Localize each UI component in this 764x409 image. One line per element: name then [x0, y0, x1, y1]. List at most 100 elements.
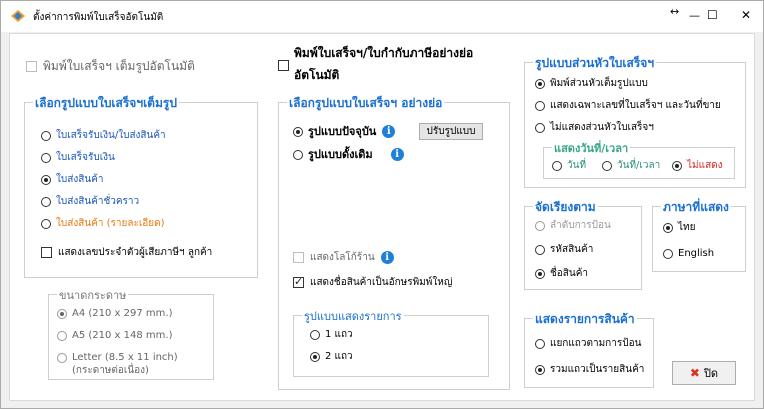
- sort-by-group: จัดเรียงตาม ลำดับการป้อน รหัสสินค้า ชื่อ…: [524, 198, 642, 290]
- maximize-button[interactable]: ☐: [707, 8, 718, 22]
- checkbox-box: [278, 60, 289, 71]
- option-label: ไม่แสดง: [687, 160, 723, 171]
- language-group: ภาษาที่แสดง ไทย English: [652, 198, 746, 272]
- option-label: พิมพ์ส่วนหัวเต็มรูปแบบ: [550, 78, 648, 89]
- close-window-button[interactable]: ✕: [741, 8, 751, 22]
- paper-size-group: ขนาดกระดาษ A4 (210 x 297 mm.) A5 (210 x …: [48, 286, 214, 380]
- short-format-title: เลือกรูปแบบใบเสร็จฯ อย่างย่อ: [287, 94, 445, 113]
- settings-window: ตั้งค่าการพิมพ์ใบเสร็จอัตโนมัติ ↔ — ☐ ✕ …: [0, 0, 764, 409]
- option-label: รูปแบบปัจจุบัน: [308, 125, 377, 138]
- product-list-title: แสดงรายการสินค้า: [533, 310, 637, 329]
- radio-button: [41, 174, 51, 185]
- close-icon: ✖: [689, 366, 700, 380]
- full-format-option-3[interactable]: ใบส่งสินค้าชั่วคราว: [41, 195, 139, 208]
- auto-full-print-label: พิมพ์ใบเสร็จฯ เต็มรูปอัตโนมัติ: [43, 59, 195, 73]
- short-format-classic-option[interactable]: รูปแบบดั้งเดิม i: [293, 148, 404, 161]
- radio-button: [535, 100, 545, 111]
- radio-button: [41, 130, 51, 141]
- title-bar: ตั้งค่าการพิมพ์ใบเสร็จอัตโนมัติ ↔ — ☐ ✕: [1, 1, 763, 32]
- close-button[interactable]: ✖ ปิด: [672, 361, 736, 385]
- sort-entry-order-option[interactable]: ลำดับการป้อน: [535, 219, 611, 232]
- full-format-option-0[interactable]: ใบเสร็จรับเงิน/ใบส่งสินค้า: [41, 129, 166, 142]
- radio-button: [57, 352, 67, 363]
- header-format-group: รูปแบบส่วนหัวใบเสร็จฯ พิมพ์ส่วนหัวเต็มรู…: [524, 54, 746, 188]
- option-label: ไม่แสดงส่วนหัวใบเสร็จฯ: [550, 122, 654, 133]
- info-icon[interactable]: i: [382, 125, 396, 138]
- datetime-option-none[interactable]: ไม่แสดง: [672, 159, 723, 172]
- option-label: แสดงเฉพาะเลขที่ใบเสร็จฯ และวันที่ขาย: [550, 100, 721, 111]
- show-taxid-checkbox[interactable]: แสดงเลขประจำตัวผู้เสียภาษีฯ ลูกค้า: [41, 246, 212, 259]
- checkbox-box: [41, 247, 52, 258]
- product-list-group: แสดงรายการสินค้า แยกแถวตามการป้อน รวมแถว…: [524, 310, 654, 388]
- auto-short-print-label-1: พิมพ์ใบเสร็จฯ/ใบกำกับภาษีอย่างย่อ: [294, 46, 474, 60]
- checkbox-box: [26, 61, 37, 72]
- radio-button: [535, 244, 545, 255]
- datetime-option-datetime[interactable]: วันที่/เวลา: [602, 159, 660, 172]
- radio-button: [672, 160, 682, 171]
- adjust-format-button[interactable]: ปรับรูปแบบ: [419, 123, 483, 140]
- resize-icon: ↔: [670, 5, 680, 18]
- radio-button: [41, 152, 51, 163]
- option-label: ชื่อสินค้า: [550, 268, 589, 279]
- product-list-option-1[interactable]: รวมแถวเป็นรายสินค้า: [535, 363, 644, 376]
- list-display-option-1[interactable]: 2 แถว: [310, 350, 353, 363]
- header-format-option-2[interactable]: ไม่แสดงส่วนหัวใบเสร็จฯ: [535, 121, 654, 134]
- window-title: ตั้งค่าการพิมพ์ใบเสร็จอัตโนมัติ: [33, 12, 164, 23]
- radio-button: [535, 364, 545, 375]
- short-format-current-option[interactable]: รูปแบบปัจจุบัน i: [293, 125, 396, 138]
- option-label: ใบเสร็จรับเงิน/ใบส่งสินค้า: [56, 130, 166, 141]
- option-label: English: [678, 248, 715, 259]
- full-format-group: เลือกรูปแบบใบเสร็จฯเต็มรูป ใบเสร็จรับเงิ…: [24, 94, 258, 278]
- datetime-title: แสดงวันที่/เวลา: [552, 139, 631, 157]
- radio-button: [57, 330, 67, 341]
- radio-button: [310, 329, 320, 340]
- radio-button: [41, 196, 51, 207]
- datetime-group: แสดงวันที่/เวลา วันที่ วันที่/เวลา ไม่แส…: [543, 139, 735, 179]
- header-format-option-1[interactable]: แสดงเฉพาะเลขที่ใบเสร็จฯ และวันที่ขาย: [535, 99, 721, 112]
- auto-full-print-checkbox[interactable]: พิมพ์ใบเสร็จฯ เต็มรูปอัตโนมัติ: [26, 60, 195, 73]
- radio-button: [535, 268, 545, 279]
- radio-button: [535, 338, 545, 349]
- show-logo-checkbox[interactable]: แสดงโลโก้ร้าน i: [293, 251, 394, 264]
- paper-a5-option[interactable]: A5 (210 x 148 mm.): [57, 329, 172, 342]
- radio-button: [663, 222, 673, 233]
- option-label: แยกแถวตามการป้อน: [550, 338, 642, 349]
- show-uppercase-checkbox[interactable]: แสดงชื่อสินค้าเป็นอักษรพิมพ์ใหญ่: [293, 275, 452, 289]
- full-format-option-2[interactable]: ใบส่งสินค้า: [41, 173, 103, 186]
- option-label: รูปแบบดั้งเดิม: [308, 148, 373, 161]
- checkbox-box: [293, 252, 304, 263]
- show-logo-label: แสดงโลโก้ร้าน: [310, 252, 375, 263]
- radio-button: [535, 220, 545, 231]
- minimize-button[interactable]: —: [689, 9, 700, 22]
- full-format-option-4[interactable]: ใบส่งสินค้า (รายละเอียด): [41, 217, 165, 230]
- product-list-option-0[interactable]: แยกแถวตามการป้อน: [535, 337, 641, 350]
- short-format-group: เลือกรูปแบบใบเสร็จฯ อย่างย่อ รูปแบบปัจจุ…: [278, 94, 510, 390]
- option-label: 2 แถว: [325, 351, 353, 362]
- auto-short-print-checkbox[interactable]: [278, 60, 295, 71]
- language-english-option[interactable]: English: [663, 247, 714, 260]
- list-display-title: รูปแบบแสดงรายการ: [302, 307, 404, 325]
- sort-product-code-option[interactable]: รหัสสินค้า: [535, 243, 593, 256]
- paper-size-title: ขนาดกระดาษ: [57, 286, 129, 304]
- language-title: ภาษาที่แสดง: [661, 198, 731, 217]
- close-button-label: ปิด: [703, 367, 719, 380]
- radio-button: [310, 351, 320, 362]
- option-label: A5 (210 x 148 mm.): [72, 330, 173, 341]
- info-icon[interactable]: i: [390, 148, 404, 161]
- radio-button: [602, 160, 612, 171]
- full-format-title: เลือกรูปแบบใบเสร็จฯเต็มรูป: [33, 94, 179, 113]
- datetime-option-date[interactable]: วันที่: [552, 159, 586, 172]
- radio-button: [57, 308, 67, 319]
- full-format-option-1[interactable]: ใบเสร็จรับเงิน: [41, 151, 115, 164]
- header-format-option-0[interactable]: พิมพ์ส่วนหัวเต็มรูปแบบ: [535, 77, 648, 90]
- list-display-group: รูปแบบแสดงรายการ 1 แถว 2 แถว: [293, 307, 489, 377]
- info-icon[interactable]: i: [380, 251, 394, 264]
- option-label: ใบเสร็จรับเงิน: [56, 152, 115, 163]
- checkbox-box: [293, 275, 304, 288]
- app-icon: [11, 10, 25, 22]
- paper-a4-option[interactable]: A4 (210 x 297 mm.): [57, 307, 172, 320]
- dialog-content: พิมพ์ใบเสร็จฯ เต็มรูปอัตโนมัติ พิมพ์ใบเส…: [9, 33, 755, 401]
- sort-product-name-option[interactable]: ชื่อสินค้า: [535, 267, 588, 280]
- list-display-option-0[interactable]: 1 แถว: [310, 328, 353, 341]
- language-thai-option[interactable]: ไทย: [663, 221, 695, 234]
